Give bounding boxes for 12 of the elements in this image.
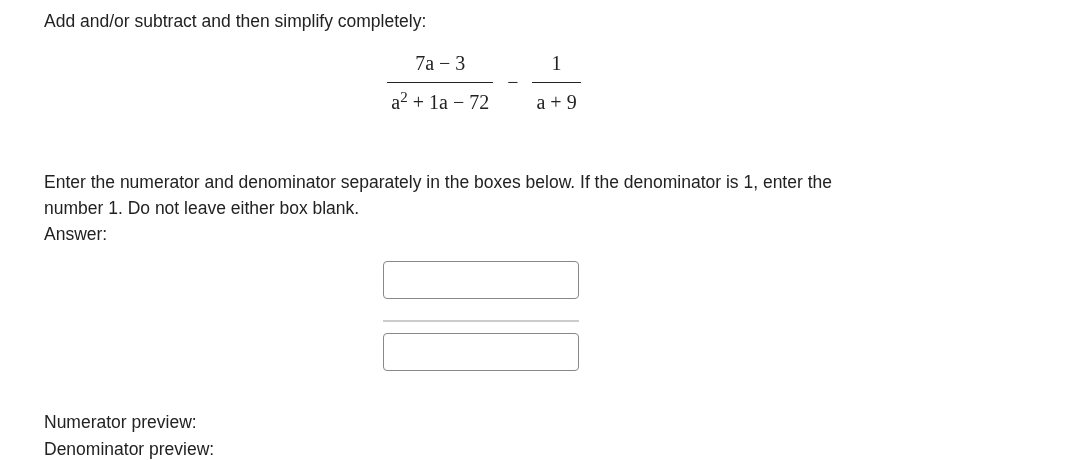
denominator-input[interactable] <box>383 333 579 372</box>
minus-operator: − <box>507 69 519 95</box>
fraction-numerator: 7a − 3 <box>414 51 467 77</box>
directions-text: Enter the numerator and denominator separately in the boxes below. If the denominator is 1, enter the number 1. Do not leave either box blank. <box>44 171 833 221</box>
preview-label: Numerator preview: <box>44 411 198 435</box>
numerator-input[interactable] <box>383 261 579 300</box>
instruction-text: Add and/or subtract and then simplify completely: <box>44 10 428 33</box>
fraction-numerator: 1 <box>550 51 563 77</box>
fraction-denominator: a$^{2}$ + 1a − 72 <box>390 87 491 116</box>
fraction-denominator: a + 9 <box>535 90 578 116</box>
preview-label: Denominator preview: <box>44 438 216 460</box>
answer-label: Answer: <box>44 223 109 247</box>
